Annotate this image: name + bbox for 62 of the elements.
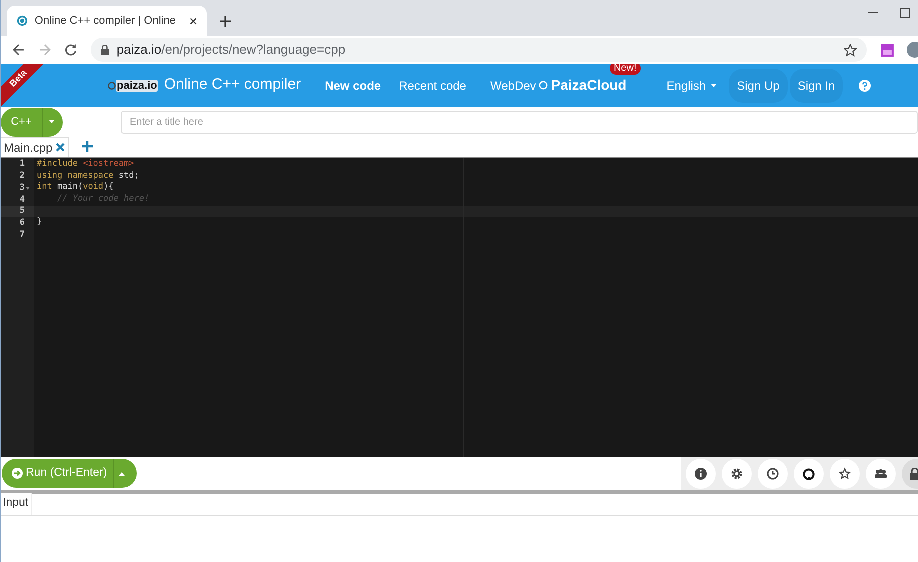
file-tab[interactable]: Main.cpp (1, 137, 69, 157)
logo-icon (108, 82, 116, 90)
site-icon (17, 14, 28, 28)
caret-icon (119, 472, 126, 476)
line-number: 2 (20, 170, 25, 183)
star-icon[interactable] (844, 44, 858, 56)
add-file-icon[interactable] (82, 141, 93, 152)
clock-icon (766, 466, 780, 480)
code-line: // Your code here! (56, 194, 150, 204)
language-selector[interactable]: C++ (1, 108, 63, 136)
code-line: #include <iostream> (37, 159, 134, 169)
cloud-logo-icon (539, 81, 548, 90)
line-number: 3 (20, 182, 25, 195)
language-dropdown[interactable]: English (666, 76, 718, 94)
lock-icon (100, 45, 109, 55)
code-line: } (37, 217, 42, 228)
line-number: 6 (20, 216, 25, 230)
maximize-icon[interactable] (900, 8, 910, 18)
nav-link[interactable]: New code (325, 76, 382, 94)
extension-icon[interactable] (881, 44, 894, 56)
settings-button[interactable] (722, 458, 752, 488)
nav-link[interactable]: Recent code (399, 76, 466, 94)
logo-text: paiza.io (116, 80, 158, 92)
caret-icon (711, 84, 718, 88)
info-icon (694, 466, 708, 480)
caret-icon (49, 120, 55, 124)
page-title: Online C++ compiler (164, 75, 302, 96)
lock-button[interactable] (902, 458, 918, 488)
browser-tab[interactable]: Online C++ compiler | Online (7, 6, 207, 36)
paizacloud-link[interactable]: PaizaCloud (551, 75, 627, 96)
auth-button[interactable]: Sign Up (729, 68, 788, 102)
back-icon[interactable] (13, 44, 25, 56)
url-text: paiza.io/en/projects/new?language=cpp (116, 41, 346, 60)
info-button[interactable] (686, 458, 716, 488)
profile-avatar-icon[interactable] (906, 42, 918, 58)
line-number: 7 (20, 228, 25, 242)
fold-icon[interactable] (26, 186, 30, 190)
webdev-link[interactable]: WebDev (490, 76, 536, 94)
lock-icon (910, 468, 918, 480)
tab-title: Online C++ compiler | Online (34, 14, 176, 29)
star-button[interactable] (830, 458, 860, 488)
close-icon[interactable] (190, 16, 197, 26)
line-number: 1 (20, 158, 25, 172)
code-line: using namespace std; (37, 170, 140, 181)
run-button[interactable]: Run (Ctrl-Enter) (2, 459, 137, 488)
line-number: 5 (20, 205, 25, 218)
code-line: int main(void){ (37, 182, 114, 192)
auth-button[interactable]: Sign In (790, 68, 844, 102)
new-badge: New! (610, 64, 641, 75)
address-bar[interactable]: paiza.io/en/projects/new?language=cpp (90, 38, 868, 62)
people-icon (874, 466, 888, 480)
star-icon (838, 466, 852, 480)
line-number: 4 (20, 194, 25, 206)
new-tab-icon[interactable] (220, 16, 231, 27)
help-icon[interactable] (859, 80, 872, 92)
settings-icon (730, 466, 744, 480)
people-button[interactable] (866, 458, 896, 488)
input-tab[interactable]: Input (1, 493, 32, 515)
clock-button[interactable] (758, 458, 788, 488)
reload-icon[interactable] (64, 44, 77, 56)
title-input[interactable]: Enter a title here (121, 110, 918, 134)
arrow-circle-icon (12, 468, 23, 479)
